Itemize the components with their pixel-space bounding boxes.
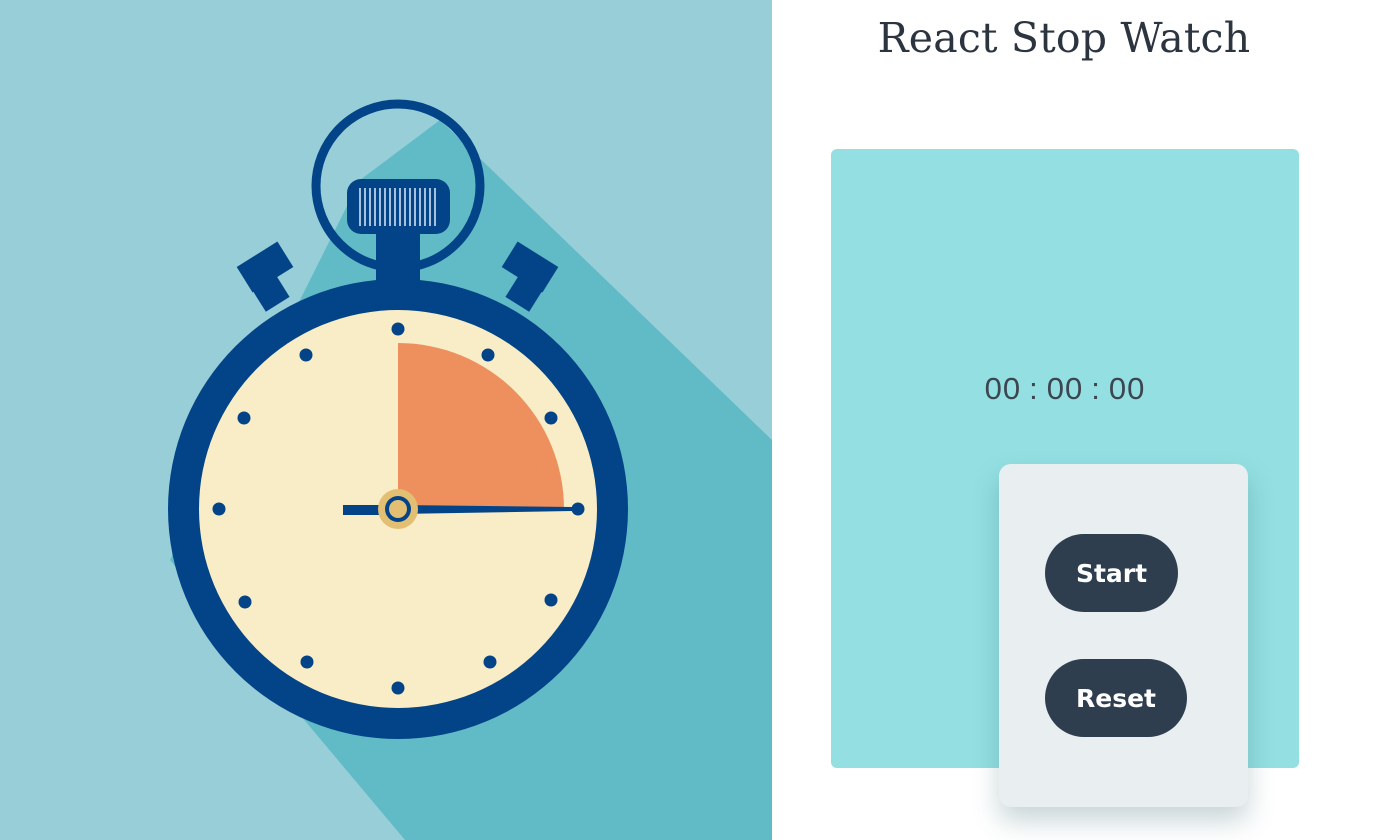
seconds-value: 00 — [1108, 371, 1146, 406]
time-display: 00:00:00 — [831, 371, 1299, 407]
start-button[interactable]: Start — [1045, 534, 1178, 612]
page: React Stop Watch 00:00:00 Start Reset — [0, 0, 1380, 840]
button-panel: Start Reset — [999, 464, 1248, 807]
time-separator: : — [1091, 371, 1101, 406]
stopwatch-app: React Stop Watch 00:00:00 Start Reset — [772, 0, 1380, 840]
time-separator: : — [1029, 371, 1039, 406]
stopwatch-illustration — [0, 0, 772, 840]
stopwatch-icon — [168, 99, 772, 840]
hub-inner — [389, 500, 407, 518]
crown-stem — [376, 226, 420, 286]
left-pusher — [236, 241, 294, 312]
page-title: React Stop Watch — [877, 14, 1251, 62]
reset-button[interactable]: Reset — [1045, 659, 1187, 737]
minutes-value: 00 — [1046, 371, 1084, 406]
stopwatch-card: 00:00:00 Start Reset — [831, 149, 1299, 807]
hours-value: 00 — [984, 371, 1022, 406]
